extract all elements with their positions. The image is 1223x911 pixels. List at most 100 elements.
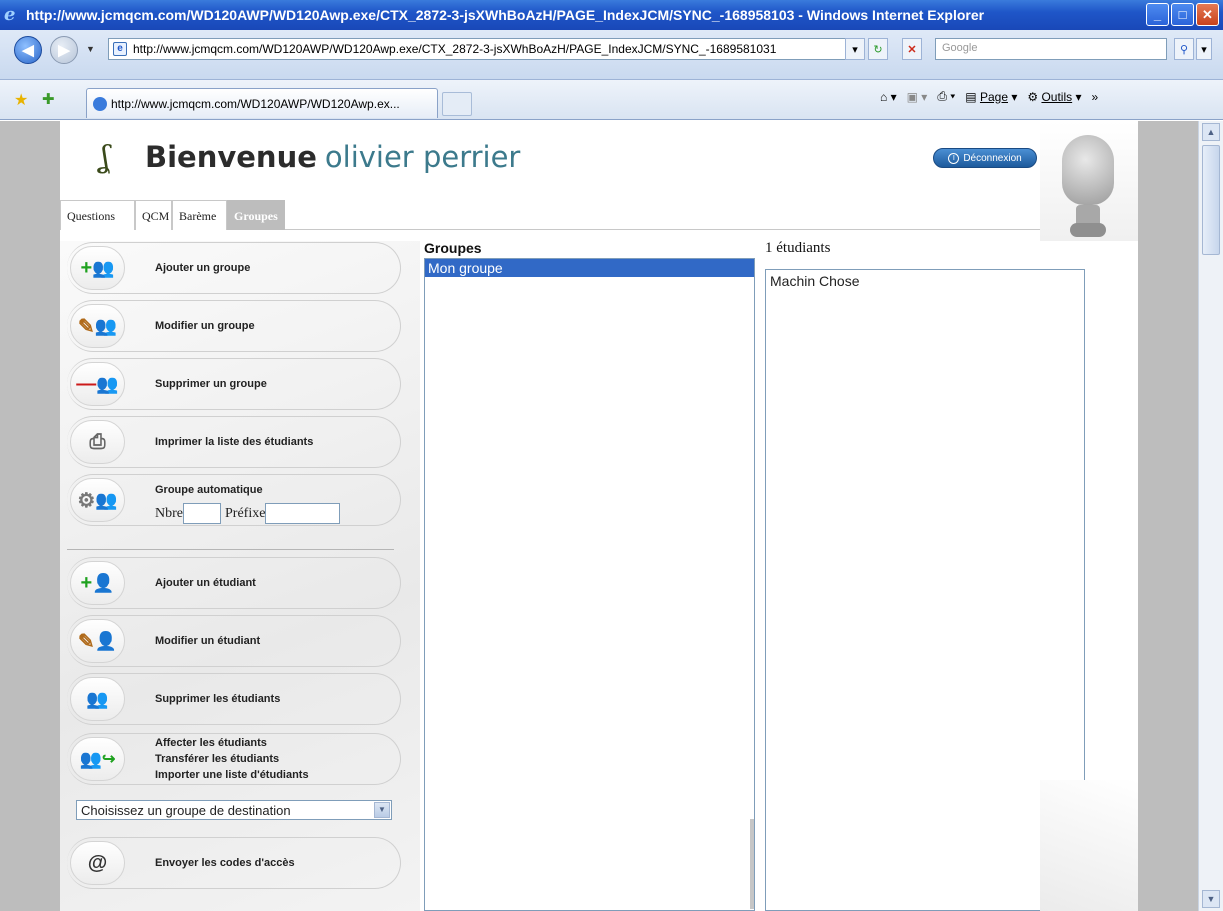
nbre-input[interactable] xyxy=(183,503,221,524)
scroll-thumb[interactable] xyxy=(1202,145,1220,255)
back-button[interactable]: ◀ xyxy=(14,36,42,64)
add-student-action[interactable]: + 👤 Ajouter un étudiant xyxy=(67,557,401,609)
scroll-down-icon[interactable]: ▼ xyxy=(1202,890,1220,908)
edit-student-label: Modifier un étudiant xyxy=(155,635,261,647)
chevron-more-icon[interactable]: » xyxy=(1092,90,1099,104)
prefix-input[interactable] xyxy=(265,503,341,524)
add-group-label: Ajouter un groupe xyxy=(155,262,251,274)
edit-student-action[interactable]: ✎ 👤 Modifier un étudiant xyxy=(67,615,401,667)
destination-group-select[interactable]: Choisissez un groupe de destination ▼ xyxy=(76,800,392,820)
forward-button[interactable]: ▶ xyxy=(50,36,78,64)
new-tab-button[interactable] xyxy=(442,92,472,116)
auto-group-fields: Nbre Préfixe xyxy=(155,503,341,524)
import-students-link[interactable]: Importer une liste d'étudiants xyxy=(155,767,309,783)
logout-button[interactable]: I Déconnexion xyxy=(933,148,1037,168)
tab-favicon-icon xyxy=(93,97,107,111)
transfer-students-icon: 👥 ↪ xyxy=(70,737,125,781)
app-logo-icon: ʆ xyxy=(100,140,110,175)
tools-menu[interactable]: ⚙ Outils ▾ xyxy=(1027,90,1081,104)
scroll-up-icon[interactable]: ▲ xyxy=(1202,123,1220,141)
edit-student-icon: ✎ 👤 xyxy=(70,619,125,663)
welcome-heading: Bienvenue olivier perrier xyxy=(145,140,520,174)
page-favicon-icon: e xyxy=(113,42,127,56)
maximize-button[interactable]: □ xyxy=(1171,3,1194,26)
list-item[interactable]: Mon groupe xyxy=(425,259,754,277)
list-scrollbar[interactable] xyxy=(750,819,754,909)
close-button[interactable]: ✕ xyxy=(1196,3,1219,26)
minimize-button[interactable]: _ xyxy=(1146,3,1169,26)
delete-group-label: Supprimer un groupe xyxy=(155,378,267,390)
tab-qcm[interactable]: QCM xyxy=(135,200,172,230)
delete-students-label: Supprimer les étudiants xyxy=(155,693,281,705)
robot-head-icon xyxy=(1062,135,1114,205)
window-controls: _ □ ✕ xyxy=(1146,3,1219,26)
favorites-bar: ★ ✚ http://www.jcmqcm.com/WD120AWP/WD120… xyxy=(0,80,1223,120)
edit-group-action[interactable]: ✎ 👥 Modifier un groupe xyxy=(67,300,401,352)
add-favorite-icon[interactable]: ✚ xyxy=(42,90,55,108)
students-count: 1 étudiants xyxy=(765,240,831,256)
print-list-action[interactable]: ⎙ Imprimer la liste des étudiants xyxy=(67,416,401,468)
page-menu[interactable]: ▤ Page ▾ xyxy=(965,90,1017,104)
home-icon[interactable]: ⌂ ▾ xyxy=(880,90,897,104)
assign-students-link[interactable]: Affecter les étudiants xyxy=(155,735,267,751)
search-icon[interactable]: ⚲ xyxy=(1174,38,1194,60)
decorative-background xyxy=(1040,780,1138,911)
transfer-students-link[interactable]: Transférer les étudiants xyxy=(155,751,279,767)
add-group-icon: + 👥 xyxy=(70,246,125,290)
prefix-label: Préfixe xyxy=(225,505,266,521)
edit-group-label: Modifier un groupe xyxy=(155,320,255,332)
students-listbox[interactable]: Machin Chose xyxy=(765,269,1085,911)
delete-students-icon: 👥 xyxy=(70,677,125,721)
tools-menu-label: Outils xyxy=(1041,89,1073,104)
print-icon[interactable]: ⎙ ▾ xyxy=(937,89,955,104)
auto-group-icon[interactable]: ⚙ 👥 xyxy=(70,478,125,522)
username: olivier perrier xyxy=(324,140,521,174)
nbre-label: Nbre xyxy=(155,505,183,521)
chevron-down-icon[interactable]: ▼ xyxy=(374,802,390,818)
add-student-icon: + 👤 xyxy=(70,561,125,605)
refresh-button[interactable]: ↻ xyxy=(868,38,888,60)
list-item[interactable]: Machin Chose xyxy=(766,270,1084,292)
assign-students-action: 👥 ↪ Affecter les étudiants Transférer les… xyxy=(67,733,401,785)
ie-logo-icon: e xyxy=(4,4,16,25)
history-dropdown-icon[interactable]: ▼ xyxy=(86,44,95,54)
welcome-label: Bienvenue xyxy=(145,140,317,174)
avatar-base xyxy=(1070,223,1106,237)
student-transfer-links: Affecter les étudiants Transférer les ét… xyxy=(155,733,309,785)
vertical-scrollbar[interactable]: ▲ ▼ xyxy=(1198,121,1223,911)
window-title: http://www.jcmqcm.com/WD120AWP/WD120Awp.… xyxy=(26,7,985,23)
window-titlebar: e http://www.jcmqcm.com/WD120AWP/WD120Aw… xyxy=(0,0,1223,30)
tab-label: http://www.jcmqcm.com/WD120AWP/WD120Awp.… xyxy=(111,97,400,111)
add-group-action[interactable]: + 👥 Ajouter un groupe xyxy=(67,242,401,294)
page-menu-label: Page xyxy=(979,89,1008,104)
groups-listbox[interactable]: Mon groupe xyxy=(424,258,755,911)
search-options-icon[interactable]: ▾ xyxy=(1196,38,1212,60)
tab-questions[interactable]: Questions xyxy=(60,200,135,230)
command-bar: ⌂ ▾ ▣ ▾ ⎙ ▾ ▤ Page ▾ ⚙ Outils ▾ » xyxy=(880,89,1098,104)
tab-groupes[interactable]: Groupes xyxy=(227,200,285,230)
favorites-star-icon[interactable]: ★ xyxy=(14,90,28,110)
section-divider xyxy=(67,549,394,550)
feeds-icon[interactable]: ▣ ▾ xyxy=(907,90,928,104)
logout-label: Déconnexion xyxy=(963,152,1022,164)
destination-group-value: Choisissez un groupe de destination xyxy=(81,803,291,818)
print-list-label: Imprimer la liste des étudiants xyxy=(155,436,314,448)
email-at-icon: @ xyxy=(70,841,125,885)
url-dropdown-icon[interactable]: ▾ xyxy=(845,38,865,60)
send-codes-action[interactable]: @ Envoyer les codes d'accès xyxy=(67,837,401,889)
tab-bareme[interactable]: Barème xyxy=(172,200,227,230)
browser-tab[interactable]: http://www.jcmqcm.com/WD120AWP/WD120Awp.… xyxy=(86,88,438,118)
power-icon: I xyxy=(948,152,960,164)
add-student-label: Ajouter un étudiant xyxy=(155,577,256,589)
address-bar-row: ◀ ▶ ▼ e http://www.jcmqcm.com/WD120AWP/W… xyxy=(0,30,1223,80)
stop-button[interactable]: ✕ xyxy=(902,38,922,60)
edit-group-icon: ✎ 👥 xyxy=(70,304,125,348)
url-text: http://www.jcmqcm.com/WD120AWP/WD120Awp.… xyxy=(133,42,777,56)
send-codes-label: Envoyer les codes d'accès xyxy=(155,857,295,869)
delete-group-action[interactable]: — 👥 Supprimer un groupe xyxy=(67,358,401,410)
search-input[interactable]: Google xyxy=(935,38,1167,60)
avatar xyxy=(1040,121,1138,241)
delete-students-action[interactable]: 👥 Supprimer les étudiants xyxy=(67,673,401,725)
url-field[interactable]: e http://www.jcmqcm.com/WD120AWP/WD120Aw… xyxy=(108,38,863,60)
groups-title: Groupes xyxy=(424,240,482,256)
